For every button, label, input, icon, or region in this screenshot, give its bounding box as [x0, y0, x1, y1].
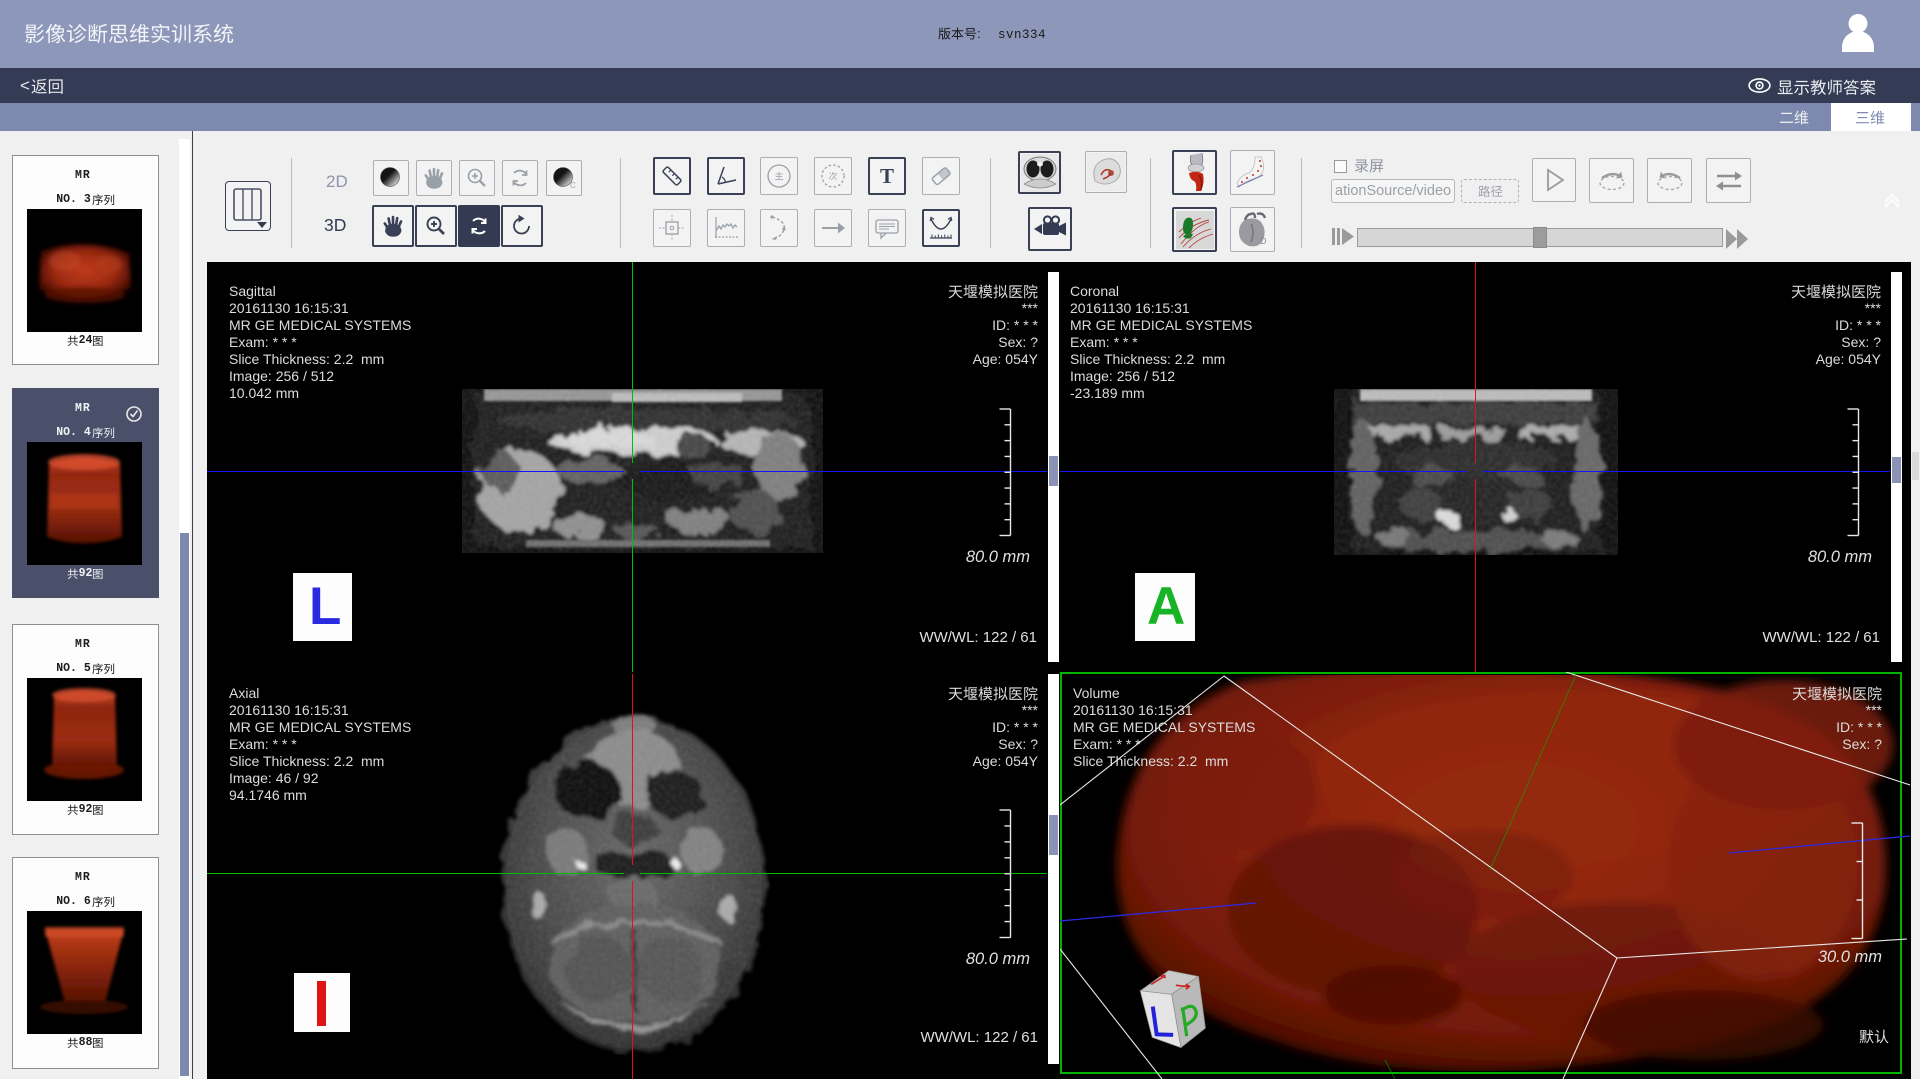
svg-text:T: T	[880, 164, 894, 188]
svg-text:C: C	[570, 181, 576, 190]
svg-text:D: D	[1260, 236, 1267, 246]
